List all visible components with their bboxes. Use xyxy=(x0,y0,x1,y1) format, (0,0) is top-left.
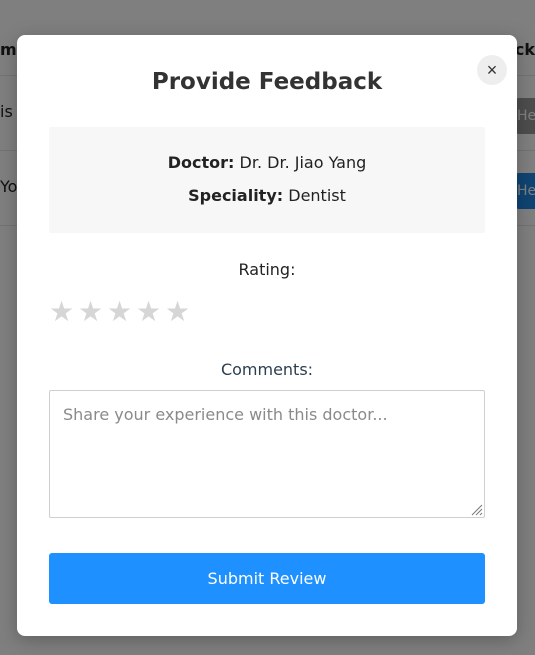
feedback-modal: × Provide Feedback Doctor: Dr. Dr. Jiao … xyxy=(17,35,517,636)
comments-label: Comments: xyxy=(220,360,314,379)
submit-review-button[interactable]: Submit Review xyxy=(49,553,485,604)
star-icon[interactable]: ★ xyxy=(165,296,194,328)
star-icon[interactable]: ★ xyxy=(107,296,136,328)
doctor-line: Doctor: Dr. Dr. Jiao Yang xyxy=(49,153,485,172)
speciality-label: Speciality: xyxy=(188,186,284,205)
star-icon[interactable]: ★ xyxy=(78,296,107,328)
doctor-info-box: Doctor: Dr. Dr. Jiao Yang Speciality: De… xyxy=(49,127,485,233)
star-rating: ★ ★ ★ ★ ★ xyxy=(49,296,194,328)
speciality-value: Dentist xyxy=(288,186,346,205)
rating-label: Rating: xyxy=(238,260,296,279)
modal-title: Provide Feedback xyxy=(151,69,383,95)
speciality-line: Speciality: Dentist xyxy=(49,186,485,205)
star-icon[interactable]: ★ xyxy=(49,296,78,328)
comments-textarea[interactable] xyxy=(49,390,485,518)
doctor-name: Dr. Dr. Jiao Yang xyxy=(239,153,367,172)
resize-handle-icon[interactable] xyxy=(469,502,483,516)
doctor-label: Doctor: xyxy=(167,153,235,172)
star-icon[interactable]: ★ xyxy=(136,296,165,328)
